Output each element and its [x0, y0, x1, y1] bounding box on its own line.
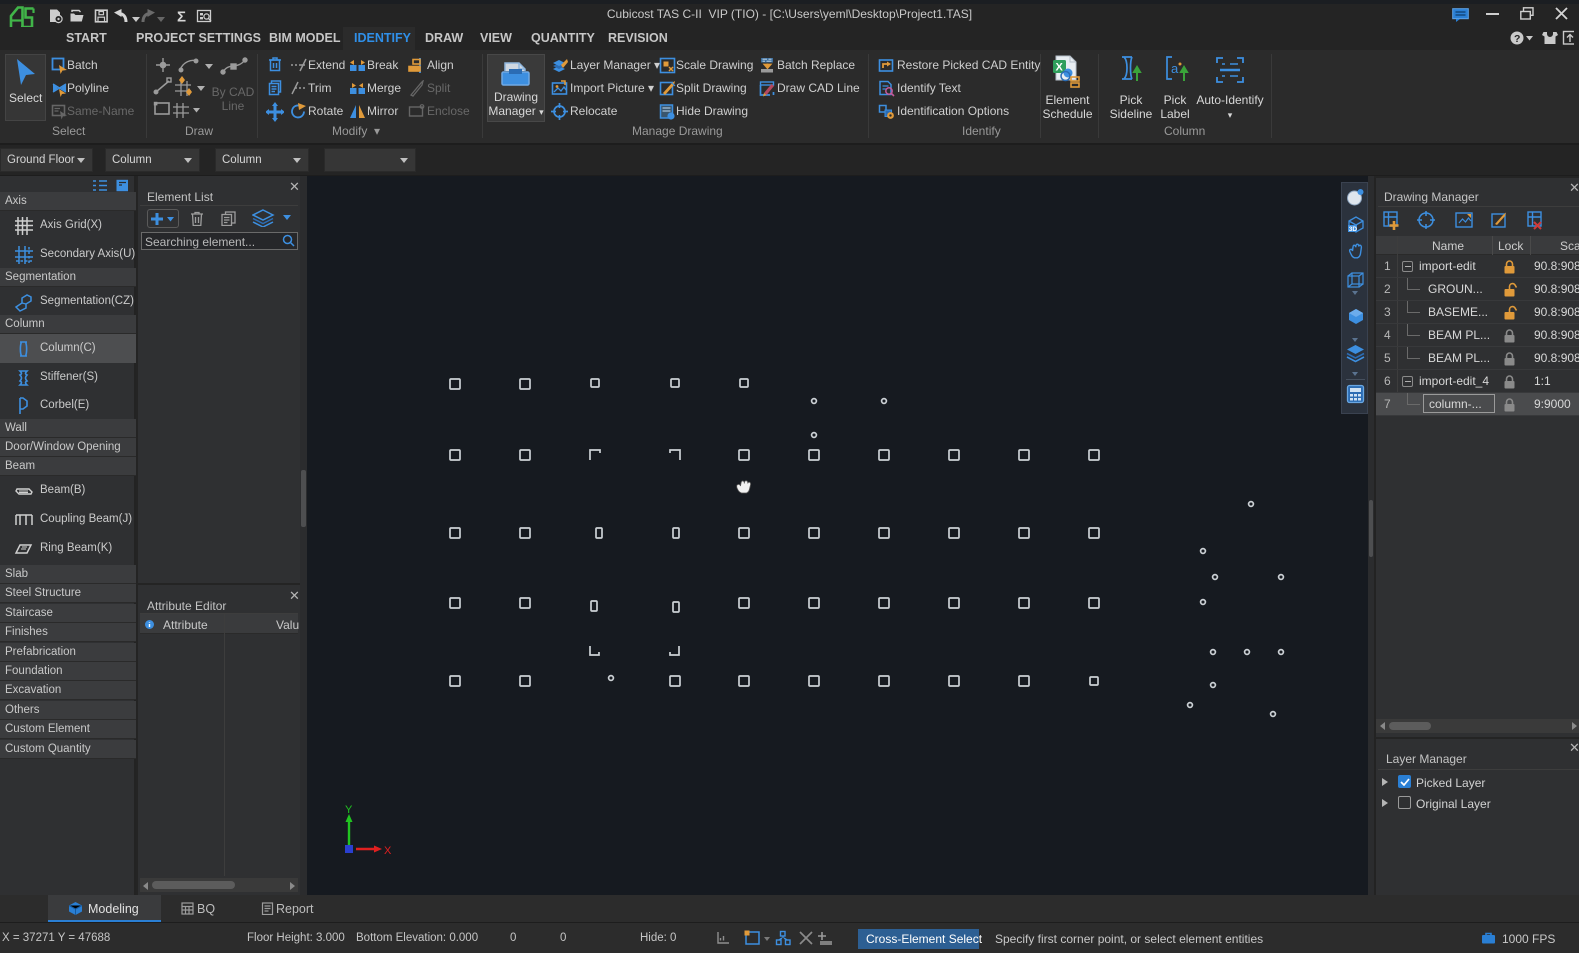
svg-text:X: X — [384, 845, 392, 857]
svg-text:3D: 3D — [1349, 226, 1358, 233]
svg-text:Y: Y — [345, 804, 353, 816]
svg-text:?: ? — [1514, 33, 1520, 45]
svg-text:a: a — [1171, 61, 1179, 76]
svg-text:X: X — [1056, 62, 1064, 74]
